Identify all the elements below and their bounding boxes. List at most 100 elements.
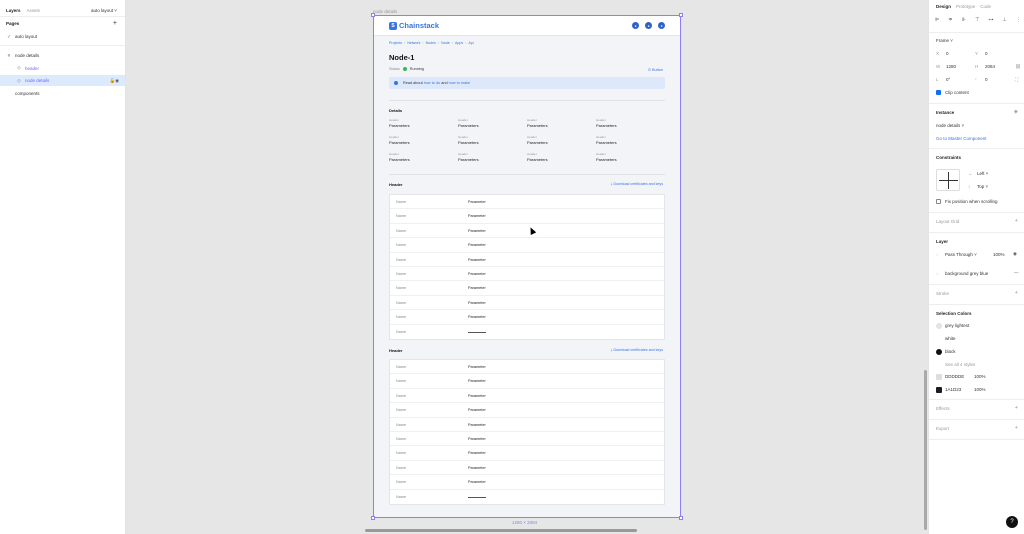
- app-topbar: S Chainstack ● ● ●: [374, 16, 680, 36]
- row-value: Parameter: [468, 436, 486, 441]
- hex-value[interactable]: DDDDDE: [945, 374, 964, 379]
- see-all-styles-link[interactable]: See all 4 styles: [945, 362, 975, 367]
- color-style-name[interactable]: white: [945, 336, 956, 341]
- rotation-field[interactable]: 0°: [946, 77, 950, 82]
- hex-color-swatch[interactable]: [936, 387, 942, 393]
- breadcrumb-item[interactable]: Node: [441, 41, 450, 45]
- notice-link-how-to-do[interactable]: how to do: [424, 81, 440, 85]
- tab-design[interactable]: Design: [936, 4, 951, 9]
- table-row: Name Parameter: [390, 418, 664, 432]
- clip-content-checkbox[interactable]: [936, 90, 941, 95]
- notice-link-how-to-make[interactable]: how to make: [449, 81, 471, 85]
- page-item[interactable]: ✓ auto layout: [0, 31, 125, 42]
- add-export-icon[interactable]: +: [1015, 425, 1018, 431]
- hex-color-swatch[interactable]: [936, 374, 942, 380]
- tab-code[interactable]: Code: [980, 4, 991, 9]
- resize-handle[interactable]: [371, 516, 375, 520]
- add-layout-grid-icon[interactable]: +: [1015, 218, 1018, 224]
- color-swatch[interactable]: [936, 336, 942, 342]
- horizontal-constraint-dropdown[interactable]: Left ˅: [977, 171, 988, 176]
- vertical-constraint-icon: ↕: [968, 184, 971, 189]
- layer-item[interactable]: ◇ node details 🔓◉: [0, 75, 125, 86]
- breadcrumb-item[interactable]: Apps: [455, 41, 463, 45]
- hex-opacity[interactable]: 100%: [974, 387, 986, 392]
- layer-item[interactable]: # node details: [0, 50, 125, 61]
- layer-opacity-field[interactable]: 100%: [993, 252, 1005, 257]
- add-stroke-icon[interactable]: +: [1015, 290, 1018, 296]
- parameters-table-2: Name Parameter Name Parameter Name Parameter N…: [389, 359, 665, 505]
- align-right-icon[interactable]: ⊪: [962, 17, 966, 23]
- blend-mode-dropdown[interactable]: Pass Through ˅: [945, 252, 977, 257]
- layer-item[interactable]: components: [0, 88, 125, 99]
- vertical-scrollbar[interactable]: [924, 370, 927, 530]
- distribute-icon[interactable]: ⋮: [1016, 17, 1021, 23]
- component-icon[interactable]: ◈: [1014, 109, 1018, 115]
- radius-field[interactable]: 0: [985, 77, 988, 82]
- color-style-name[interactable]: black: [945, 349, 956, 354]
- align-middle-icon[interactable]: ⊶: [988, 17, 993, 23]
- tab-prototype[interactable]: Prototype: [956, 4, 975, 9]
- go-to-master-component-link[interactable]: Go to Master Component: [936, 136, 987, 141]
- x-field[interactable]: 0: [946, 51, 949, 56]
- resize-handle[interactable]: [371, 13, 375, 17]
- download-certificates-link-2[interactable]: ⤓ Download certificates and keys: [611, 348, 663, 352]
- row-value: Parameter: [468, 257, 486, 262]
- row-value: Parameter: [468, 480, 486, 485]
- add-page-icon[interactable]: +: [113, 20, 117, 27]
- alignment-toolbar: ⊫ ≑ ⊪ ⊤ ⊶ ⊥ ⋮: [935, 17, 1021, 23]
- align-center-h-icon[interactable]: ≑: [948, 17, 952, 23]
- breadcrumb-item[interactable]: Nodes: [426, 41, 436, 45]
- resize-handle[interactable]: [679, 13, 683, 17]
- remove-fill-icon[interactable]: —: [1014, 270, 1019, 275]
- fill-style-name[interactable]: background grey blue: [945, 271, 988, 276]
- help-button[interactable]: ?: [1006, 516, 1018, 528]
- resize-handle[interactable]: [679, 516, 683, 520]
- fix-position-checkbox[interactable]: [936, 199, 941, 204]
- download-certificates-link-1[interactable]: ⤓ Download certificates and keys: [611, 182, 663, 186]
- user-icon[interactable]: ●: [658, 22, 665, 29]
- divider: [929, 284, 1024, 285]
- align-left-icon[interactable]: ⊫: [935, 17, 939, 23]
- y-field[interactable]: 0: [985, 51, 988, 56]
- hex-opacity[interactable]: 100%: [974, 374, 986, 379]
- settings-icon[interactable]: ●: [645, 22, 652, 29]
- layer-item[interactable]: ◇ header: [0, 63, 125, 74]
- action-button[interactable]: ⊙ Button: [648, 67, 663, 72]
- color-swatch[interactable]: [936, 349, 942, 355]
- align-bottom-icon[interactable]: ⊥: [1003, 17, 1007, 23]
- radius-icon: ◜: [975, 77, 977, 82]
- width-field[interactable]: 1280: [946, 64, 956, 69]
- breadcrumb-item[interactable]: Api: [468, 41, 473, 45]
- frame-type-dropdown[interactable]: Frame ˅: [936, 38, 953, 43]
- color-style-name[interactable]: grey lightest: [945, 323, 969, 328]
- visibility-eye-icon[interactable]: ◉: [1013, 251, 1017, 257]
- tab-layers[interactable]: Layers: [6, 8, 21, 13]
- row-value: Parameter: [468, 243, 486, 248]
- color-swatch[interactable]: [936, 323, 942, 329]
- node-details-frame[interactable]: S Chainstack ● ● ● Projects › Network › Node…: [373, 15, 681, 518]
- horizontal-scrollbar[interactable]: [365, 529, 637, 532]
- height-field[interactable]: 2084: [985, 64, 995, 69]
- vertical-constraint-dropdown[interactable]: Top ˅: [977, 184, 988, 189]
- breadcrumb-item[interactable]: Projects: [389, 41, 402, 45]
- instance-dropdown[interactable]: node details ˅: [936, 123, 964, 128]
- notification-icon[interactable]: ●: [632, 22, 639, 29]
- lock-eye-icon[interactable]: 🔓◉: [109, 78, 119, 84]
- table-row: Name Parameter: [390, 296, 664, 311]
- align-top-icon[interactable]: ⊤: [975, 17, 979, 23]
- row-value: Parameter: [468, 228, 486, 233]
- constraints-widget[interactable]: [936, 169, 960, 191]
- add-effect-icon[interactable]: +: [1015, 405, 1018, 411]
- frame-size-label: 1280 × 2084: [512, 520, 538, 525]
- divider: [389, 174, 665, 175]
- chainstack-logo[interactable]: S Chainstack: [389, 21, 439, 30]
- layer-item-label: components: [15, 90, 40, 96]
- independent-corners-icon[interactable]: ⛶: [1015, 77, 1018, 82]
- constrain-proportions-icon[interactable]: ⛓: [1015, 64, 1021, 70]
- frame-label[interactable]: node details: [373, 9, 397, 14]
- hex-value[interactable]: 1A1D23: [945, 387, 961, 392]
- breadcrumb-item[interactable]: Network: [407, 41, 420, 45]
- tab-assets[interactable]: Assets: [27, 8, 41, 13]
- page-dropdown[interactable]: auto layout ˅: [91, 8, 117, 13]
- x-label: X: [936, 51, 940, 56]
